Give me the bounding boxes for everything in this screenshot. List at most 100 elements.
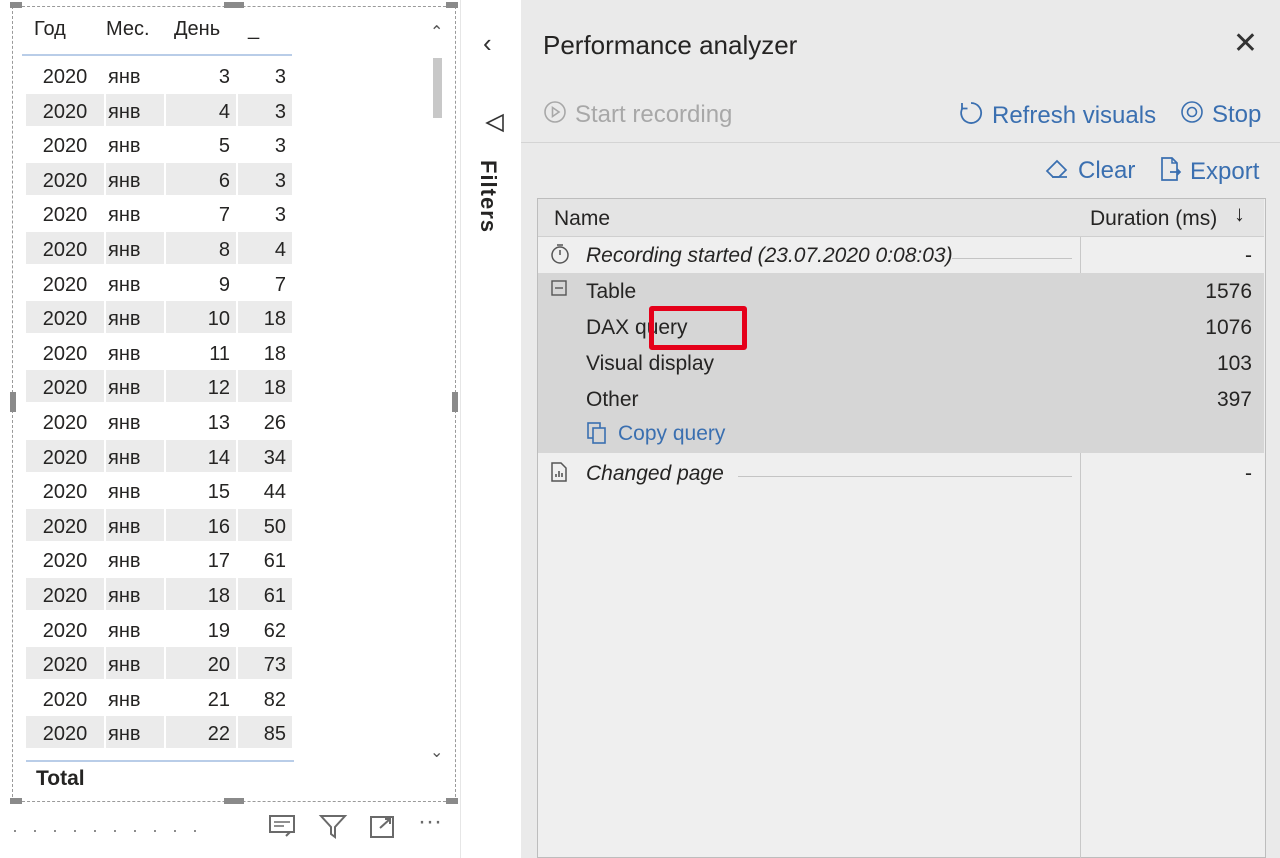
table-row[interactable]: 2020 янв 4 3: [26, 93, 294, 128]
value-cell: 3: [274, 135, 286, 158]
resize-handle-bottom-right[interactable]: [446, 798, 458, 804]
recording-started-row[interactable]: Recording started (23.07.2020 0:08:03) -: [538, 239, 1264, 275]
name-column-header[interactable]: Name: [554, 207, 610, 231]
table-row[interactable]: 2020 янв 18 61: [26, 577, 294, 612]
pane-title: Performance analyzer: [543, 30, 798, 60]
year-cell: 2020: [26, 716, 104, 749]
scroll-up-arrow-icon[interactable]: ⌃: [430, 22, 443, 42]
copy-query-link[interactable]: Copy query: [538, 417, 1264, 453]
more-options-icon[interactable]: ···: [418, 808, 442, 836]
month-cell: янв: [108, 273, 141, 296]
export-button[interactable]: Export: [1158, 156, 1259, 188]
month-cell: янв: [106, 370, 164, 403]
table-row[interactable]: 2020 янв 15 44: [26, 473, 294, 508]
row-rule: [738, 476, 1072, 477]
dax-query-row[interactable]: DAX query 1076: [538, 311, 1264, 347]
column-header-month[interactable]: Мес.: [106, 18, 150, 41]
month-cell: янв: [106, 577, 164, 610]
scroll-thumb[interactable]: [433, 58, 442, 118]
value-cell: 7: [274, 273, 286, 296]
table-row[interactable]: 2020 янв 5 3: [26, 127, 294, 162]
duration-column-header[interactable]: Duration (ms): [1090, 207, 1217, 231]
refresh-icon: [958, 100, 984, 132]
value-cell: 3: [274, 66, 286, 88]
comment-icon[interactable]: [268, 812, 298, 847]
table-row[interactable]: 2020 янв 21 82: [26, 681, 294, 716]
table-row[interactable]: 2020 янв 12 18: [26, 369, 294, 404]
changed-page-row[interactable]: Changed page -: [538, 457, 1264, 493]
day-cell: 14: [166, 439, 236, 472]
value-cell: 62: [263, 619, 286, 642]
year-cell: 2020: [42, 619, 88, 642]
month-cell: янв: [106, 716, 164, 749]
month-cell: янв: [106, 647, 164, 680]
visual-display-label: Visual display: [586, 352, 715, 375]
year-cell: 2020: [42, 550, 88, 573]
table-row[interactable]: 2020 янв 16 50: [26, 508, 294, 543]
table-row[interactable]: 2020 янв 7 3: [26, 196, 294, 231]
value-cell: 85: [238, 716, 292, 749]
refresh-visuals-button[interactable]: Refresh visuals: [958, 100, 1156, 132]
other-row[interactable]: Other 397: [538, 383, 1264, 419]
month-cell: янв: [106, 439, 164, 472]
table-row[interactable]: 2020 янв 14 34: [26, 439, 294, 474]
year-cell: 2020: [42, 342, 88, 365]
resize-handle-top-left[interactable]: [10, 2, 22, 8]
month-cell: янв: [106, 93, 164, 126]
value-cell: 61: [263, 550, 286, 573]
table-row[interactable]: 2020 янв 17 61: [26, 542, 294, 577]
start-recording-button[interactable]: Start recording: [543, 100, 732, 130]
table-row[interactable]: 2020 янв 8 4: [26, 231, 294, 266]
results-grid: Name Duration (ms) ↓ Recording started (…: [537, 198, 1266, 858]
total-divider: [26, 760, 294, 762]
table-row[interactable]: 2020 янв 9 7: [26, 266, 294, 301]
filters-funnel-icon[interactable]: [485, 112, 507, 140]
table-row[interactable]: 2020 янв 22 85: [26, 715, 294, 750]
month-cell: янв: [106, 162, 164, 195]
resize-handle-left-middle[interactable]: [10, 392, 16, 412]
canvas-grid-dots: ··········: [12, 820, 212, 840]
year-cell: 2020: [26, 162, 104, 195]
stop-button[interactable]: Stop: [1180, 100, 1261, 130]
column-header-year[interactable]: Год: [34, 18, 66, 41]
collapse-filters-chevron-icon[interactable]: ‹: [483, 28, 492, 59]
value-cell: 18: [238, 370, 292, 403]
resize-handle-top-right[interactable]: [446, 2, 458, 8]
table-row[interactable]: 2020 янв 10 18: [26, 300, 294, 335]
table-row[interactable]: 2020 янв 20 73: [26, 646, 294, 681]
table-body: 2020 янв 3 3 2020 янв 4 3 2020 янв 5 3 2020 янв 6 3 2020…: [26, 58, 294, 762]
focus-mode-icon[interactable]: [368, 812, 398, 847]
filter-icon[interactable]: [318, 812, 348, 847]
resize-handle-bottom-left[interactable]: [10, 798, 22, 804]
clear-button[interactable]: Clear: [1044, 156, 1135, 186]
close-icon[interactable]: ✕: [1233, 26, 1258, 61]
table-row[interactable]: 2020 янв 11 18: [26, 335, 294, 370]
resize-handle-right-middle[interactable]: [452, 392, 458, 412]
day-cell: 18: [166, 577, 236, 610]
value-cell: 3: [274, 204, 286, 227]
copy-icon: [586, 421, 608, 451]
scroll-down-arrow-icon[interactable]: ⌄: [430, 742, 443, 762]
year-cell: 2020: [26, 577, 104, 610]
table-row[interactable]: 2020 янв 13 26: [26, 404, 294, 439]
table-row[interactable]: 2020 янв 19 62: [26, 612, 294, 647]
table-row[interactable]: 2020 янв 3 3: [26, 58, 294, 93]
changed-page-label: Changed page: [586, 462, 724, 485]
table-visual-row[interactable]: Table 1576: [538, 275, 1264, 311]
resize-handle-bottom-middle[interactable]: [224, 798, 244, 804]
value-cell: 50: [238, 508, 292, 541]
table-row[interactable]: 2020 янв 6 3: [26, 162, 294, 197]
table-scrollbar[interactable]: ⌃ ⌄: [428, 20, 444, 776]
sort-descending-icon[interactable]: ↓: [1234, 201, 1245, 227]
column-header-value[interactable]: _: [248, 18, 259, 41]
filters-label[interactable]: Filters: [475, 160, 501, 233]
year-cell: 2020: [42, 411, 88, 434]
collapse-minus-icon[interactable]: [550, 279, 568, 303]
value-cell: 3: [238, 162, 292, 195]
month-cell: янв: [108, 66, 141, 88]
resize-handle-top-middle[interactable]: [224, 2, 244, 8]
column-header-day[interactable]: День: [174, 18, 220, 41]
year-cell: 2020: [26, 370, 104, 403]
visual-display-row[interactable]: Visual display 103: [538, 347, 1264, 383]
start-recording-label: Start recording: [575, 101, 733, 128]
